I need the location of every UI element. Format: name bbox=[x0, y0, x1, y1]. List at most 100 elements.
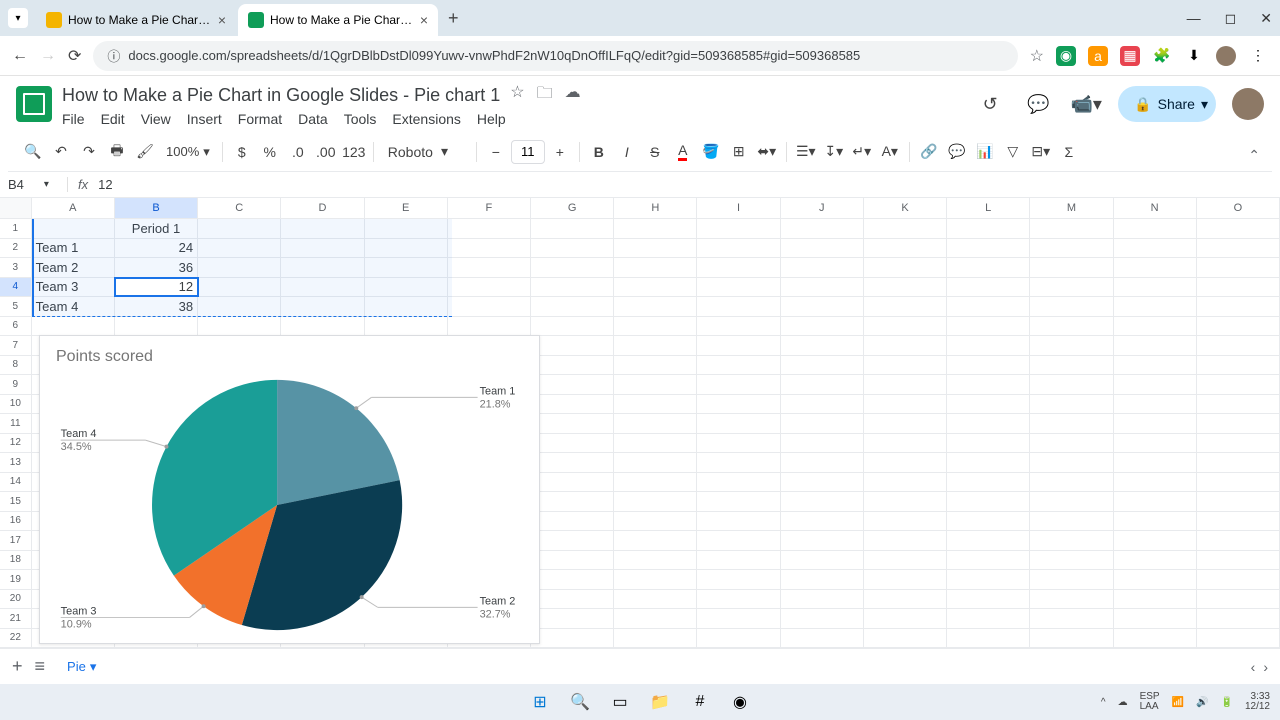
column-header-L[interactable]: L bbox=[947, 198, 1030, 218]
cell-J22[interactable] bbox=[781, 629, 864, 648]
close-tab-icon[interactable]: × bbox=[218, 12, 226, 28]
cell-N20[interactable] bbox=[1114, 590, 1197, 609]
cell-M15[interactable] bbox=[1030, 492, 1113, 511]
search-icon[interactable]: 🔍 bbox=[566, 688, 594, 716]
cell-H18[interactable] bbox=[614, 551, 697, 570]
cell-L16[interactable] bbox=[947, 512, 1030, 531]
cell-N17[interactable] bbox=[1114, 531, 1197, 550]
cell-I4[interactable] bbox=[697, 278, 780, 297]
cell-M13[interactable] bbox=[1030, 453, 1113, 472]
column-header-B[interactable]: B bbox=[115, 198, 198, 218]
cell-H6[interactable] bbox=[614, 317, 697, 336]
row-header[interactable]: 3 bbox=[0, 258, 32, 277]
cell-G11[interactable] bbox=[531, 414, 614, 433]
cell-H4[interactable] bbox=[614, 278, 697, 297]
cell-E5[interactable] bbox=[365, 297, 448, 316]
cell-L3[interactable] bbox=[947, 258, 1030, 277]
cell-E6[interactable] bbox=[365, 317, 448, 336]
italic-icon[interactable]: I bbox=[614, 139, 640, 165]
cell-N21[interactable] bbox=[1114, 609, 1197, 628]
menu-help[interactable]: Help bbox=[477, 111, 506, 127]
sheets-logo-icon[interactable] bbox=[16, 86, 52, 122]
cell-I22[interactable] bbox=[697, 629, 780, 648]
increase-decimal-icon[interactable]: .00 bbox=[313, 139, 339, 165]
cell-L22[interactable] bbox=[947, 629, 1030, 648]
cell-L11[interactable] bbox=[947, 414, 1030, 433]
horizontal-align-icon[interactable]: ☰▾ bbox=[793, 139, 819, 165]
language-indicator[interactable]: ESP LAA bbox=[1140, 692, 1160, 712]
cell-H14[interactable] bbox=[614, 473, 697, 492]
spreadsheet-grid[interactable]: ABCDEFGHIJKLMNO 1Period 12Team 1243Team … bbox=[0, 198, 1280, 666]
cell-M9[interactable] bbox=[1030, 375, 1113, 394]
cell-D5[interactable] bbox=[281, 297, 364, 316]
cell-K2[interactable] bbox=[864, 239, 947, 258]
extensions-menu-icon[interactable]: 🧩 bbox=[1152, 46, 1172, 66]
column-header-K[interactable]: K bbox=[864, 198, 947, 218]
row-header[interactable]: 19 bbox=[0, 570, 32, 589]
font-select[interactable]: Roboto ▾ bbox=[380, 143, 470, 160]
cell-G14[interactable] bbox=[531, 473, 614, 492]
cell-L13[interactable] bbox=[947, 453, 1030, 472]
functions-icon[interactable]: Σ bbox=[1056, 139, 1082, 165]
minimize-icon[interactable]: — bbox=[1187, 10, 1201, 27]
cell-F6[interactable] bbox=[448, 317, 531, 336]
cell-K19[interactable] bbox=[864, 570, 947, 589]
cell-O6[interactable] bbox=[1197, 317, 1280, 336]
cell-N16[interactable] bbox=[1114, 512, 1197, 531]
cell-K7[interactable] bbox=[864, 336, 947, 355]
row-header[interactable]: 11 bbox=[0, 414, 32, 433]
cell-K20[interactable] bbox=[864, 590, 947, 609]
cell-J9[interactable] bbox=[781, 375, 864, 394]
select-all-corner[interactable] bbox=[0, 198, 32, 218]
cell-O11[interactable] bbox=[1197, 414, 1280, 433]
all-sheets-icon[interactable]: ≡ bbox=[35, 656, 46, 677]
row-header[interactable]: 9 bbox=[0, 375, 32, 394]
cell-H19[interactable] bbox=[614, 570, 697, 589]
cell-B2[interactable]: 24 bbox=[115, 239, 198, 258]
cell-J6[interactable] bbox=[781, 317, 864, 336]
formula-bar[interactable]: 12 bbox=[98, 177, 1280, 192]
scroll-sheets-left-icon[interactable]: ‹ bbox=[1251, 659, 1256, 675]
browser-tab-2-active[interactable]: How to Make a Pie Chart in Go... × bbox=[238, 4, 438, 36]
cell-K1[interactable] bbox=[864, 219, 947, 238]
redo-icon[interactable]: ↷ bbox=[76, 139, 102, 165]
cell-N12[interactable] bbox=[1114, 434, 1197, 453]
cell-B4[interactable]: 12 bbox=[115, 278, 198, 297]
menu-view[interactable]: View bbox=[141, 111, 171, 127]
cell-I18[interactable] bbox=[697, 551, 780, 570]
cell-M20[interactable] bbox=[1030, 590, 1113, 609]
print-icon[interactable]: 🖶 bbox=[104, 139, 130, 165]
cell-G20[interactable] bbox=[531, 590, 614, 609]
cell-L10[interactable] bbox=[947, 395, 1030, 414]
collapse-toolbar-icon[interactable]: ⌃ bbox=[1248, 147, 1260, 164]
cell-I8[interactable] bbox=[697, 356, 780, 375]
profile-avatar-icon[interactable] bbox=[1216, 46, 1236, 66]
cell-F4[interactable] bbox=[448, 278, 531, 297]
cell-N14[interactable] bbox=[1114, 473, 1197, 492]
extension-icon[interactable]: a bbox=[1088, 46, 1108, 66]
cell-O8[interactable] bbox=[1197, 356, 1280, 375]
cell-C5[interactable] bbox=[198, 297, 281, 316]
cell-K15[interactable] bbox=[864, 492, 947, 511]
browser-tab-1[interactable]: How to Make a Pie Chart in Go... × bbox=[36, 4, 236, 36]
cell-F2[interactable] bbox=[448, 239, 531, 258]
close-window-icon[interactable]: ✕ bbox=[1260, 10, 1272, 27]
cell-H10[interactable] bbox=[614, 395, 697, 414]
cell-G7[interactable] bbox=[531, 336, 614, 355]
cell-J14[interactable] bbox=[781, 473, 864, 492]
menu-format[interactable]: Format bbox=[238, 111, 282, 127]
cell-G22[interactable] bbox=[531, 629, 614, 648]
cell-F5[interactable] bbox=[448, 297, 531, 316]
cell-E2[interactable] bbox=[365, 239, 448, 258]
cell-O17[interactable] bbox=[1197, 531, 1280, 550]
cell-N15[interactable] bbox=[1114, 492, 1197, 511]
back-button[interactable]: ← bbox=[12, 47, 28, 65]
meet-icon[interactable]: 📹▾ bbox=[1070, 88, 1102, 120]
bold-icon[interactable]: B bbox=[586, 139, 612, 165]
cell-J20[interactable] bbox=[781, 590, 864, 609]
cell-K12[interactable] bbox=[864, 434, 947, 453]
cell-G21[interactable] bbox=[531, 609, 614, 628]
scroll-sheets-right-icon[interactable]: › bbox=[1263, 659, 1268, 675]
cell-M12[interactable] bbox=[1030, 434, 1113, 453]
cell-A1[interactable] bbox=[32, 219, 115, 238]
